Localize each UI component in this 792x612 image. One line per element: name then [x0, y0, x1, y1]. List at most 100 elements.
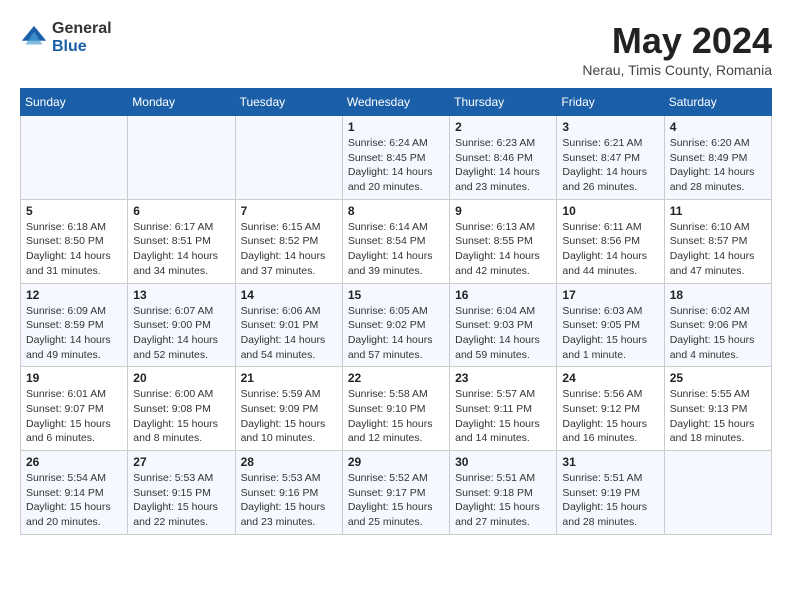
calendar-cell: 13 Sunrise: 6:07 AM Sunset: 9:00 PM Dayli…	[128, 283, 235, 367]
calendar-cell	[235, 116, 342, 200]
cell-content: Sunrise: 5:51 AM Sunset: 9:19 PM Dayligh…	[562, 471, 658, 530]
day-number: 13	[133, 288, 229, 302]
cell-content: Sunrise: 6:03 AM Sunset: 9:05 PM Dayligh…	[562, 304, 658, 363]
calendar-cell: 18 Sunrise: 6:02 AM Sunset: 9:06 PM Dayli…	[664, 283, 771, 367]
cell-content: Sunrise: 6:05 AM Sunset: 9:02 PM Dayligh…	[348, 304, 444, 363]
calendar-cell: 27 Sunrise: 5:53 AM Sunset: 9:15 PM Dayli…	[128, 451, 235, 535]
day-number: 21	[241, 371, 337, 385]
title-area: May 2024 Nerau, Timis County, Romania	[582, 20, 772, 78]
cell-content: Sunrise: 6:24 AM Sunset: 8:45 PM Dayligh…	[348, 136, 444, 195]
cell-content: Sunrise: 6:11 AM Sunset: 8:56 PM Dayligh…	[562, 220, 658, 279]
day-header-saturday: Saturday	[664, 89, 771, 116]
calendar-cell: 16 Sunrise: 6:04 AM Sunset: 9:03 PM Dayli…	[450, 283, 557, 367]
cell-content: Sunrise: 6:06 AM Sunset: 9:01 PM Dayligh…	[241, 304, 337, 363]
cell-content: Sunrise: 5:59 AM Sunset: 9:09 PM Dayligh…	[241, 387, 337, 446]
calendar-cell: 31Sunrise: 5:51 AM Sunset: 9:19 PM Dayli…	[557, 451, 664, 535]
cell-content: Sunrise: 6:18 AM Sunset: 8:50 PM Dayligh…	[26, 220, 122, 279]
cell-content: Sunrise: 5:58 AM Sunset: 9:10 PM Dayligh…	[348, 387, 444, 446]
cell-content: Sunrise: 6:04 AM Sunset: 9:03 PM Dayligh…	[455, 304, 551, 363]
day-number: 14	[241, 288, 337, 302]
day-number: 2	[455, 120, 551, 134]
cell-content: Sunrise: 6:01 AM Sunset: 9:07 PM Dayligh…	[26, 387, 122, 446]
logo-blue-text: Blue	[52, 38, 112, 56]
logo-text: General Blue	[52, 20, 112, 55]
week-row-2: 5 Sunrise: 6:18 AM Sunset: 8:50 PM Daylig…	[21, 199, 772, 283]
calendar-cell: 11Sunrise: 6:10 AM Sunset: 8:57 PM Dayli…	[664, 199, 771, 283]
calendar-cell: 7 Sunrise: 6:15 AM Sunset: 8:52 PM Daylig…	[235, 199, 342, 283]
calendar-cell: 1 Sunrise: 6:24 AM Sunset: 8:45 PM Daylig…	[342, 116, 449, 200]
cell-content: Sunrise: 6:14 AM Sunset: 8:54 PM Dayligh…	[348, 220, 444, 279]
cell-content: Sunrise: 6:13 AM Sunset: 8:55 PM Dayligh…	[455, 220, 551, 279]
calendar-cell: 22 Sunrise: 5:58 AM Sunset: 9:10 PM Dayli…	[342, 367, 449, 451]
calendar-cell: 26 Sunrise: 5:54 AM Sunset: 9:14 PM Dayli…	[21, 451, 128, 535]
calendar-cell: 25Sunrise: 5:55 AM Sunset: 9:13 PM Dayli…	[664, 367, 771, 451]
day-number: 15	[348, 288, 444, 302]
calendar-cell: 30Sunrise: 5:51 AM Sunset: 9:18 PM Dayli…	[450, 451, 557, 535]
calendar-header: SundayMondayTuesdayWednesdayThursdayFrid…	[21, 89, 772, 116]
calendar-cell: 10 Sunrise: 6:11 AM Sunset: 8:56 PM Dayli…	[557, 199, 664, 283]
month-title: May 2024	[582, 20, 772, 62]
logo-icon	[20, 24, 48, 52]
cell-content: Sunrise: 6:09 AM Sunset: 8:59 PM Dayligh…	[26, 304, 122, 363]
day-number: 28	[241, 455, 337, 469]
logo-general-text: General	[52, 20, 112, 38]
day-number: 29	[348, 455, 444, 469]
calendar-cell: 5 Sunrise: 6:18 AM Sunset: 8:50 PM Daylig…	[21, 199, 128, 283]
day-number: 18	[670, 288, 766, 302]
calendar-cell: 15 Sunrise: 6:05 AM Sunset: 9:02 PM Dayli…	[342, 283, 449, 367]
calendar-cell: 12 Sunrise: 6:09 AM Sunset: 8:59 PM Dayli…	[21, 283, 128, 367]
day-number: 11	[670, 204, 766, 218]
calendar-cell: 3 Sunrise: 6:21 AM Sunset: 8:47 PM Daylig…	[557, 116, 664, 200]
calendar-cell	[21, 116, 128, 200]
day-number: 1	[348, 120, 444, 134]
day-number: 3	[562, 120, 658, 134]
calendar-cell: 2 Sunrise: 6:23 AM Sunset: 8:46 PM Daylig…	[450, 116, 557, 200]
day-header-monday: Monday	[128, 89, 235, 116]
calendar-cell	[664, 451, 771, 535]
calendar-cell: 17 Sunrise: 6:03 AM Sunset: 9:05 PM Dayli…	[557, 283, 664, 367]
day-number: 26	[26, 455, 122, 469]
calendar-cell: 9 Sunrise: 6:13 AM Sunset: 8:55 PM Daylig…	[450, 199, 557, 283]
day-number: 24	[562, 371, 658, 385]
cell-content: Sunrise: 5:56 AM Sunset: 9:12 PM Dayligh…	[562, 387, 658, 446]
cell-content: Sunrise: 6:15 AM Sunset: 8:52 PM Dayligh…	[241, 220, 337, 279]
day-number: 6	[133, 204, 229, 218]
day-number: 27	[133, 455, 229, 469]
day-number: 12	[26, 288, 122, 302]
calendar-cell: 20Sunrise: 6:00 AM Sunset: 9:08 PM Dayli…	[128, 367, 235, 451]
day-header-wednesday: Wednesday	[342, 89, 449, 116]
day-number: 20	[133, 371, 229, 385]
cell-content: Sunrise: 5:51 AM Sunset: 9:18 PM Dayligh…	[455, 471, 551, 530]
day-number: 5	[26, 204, 122, 218]
day-number: 7	[241, 204, 337, 218]
cell-content: Sunrise: 6:02 AM Sunset: 9:06 PM Dayligh…	[670, 304, 766, 363]
cell-content: Sunrise: 6:21 AM Sunset: 8:47 PM Dayligh…	[562, 136, 658, 195]
day-number: 4	[670, 120, 766, 134]
calendar-cell: 6Sunrise: 6:17 AM Sunset: 8:51 PM Daylig…	[128, 199, 235, 283]
week-row-3: 12 Sunrise: 6:09 AM Sunset: 8:59 PM Dayli…	[21, 283, 772, 367]
cell-content: Sunrise: 6:23 AM Sunset: 8:46 PM Dayligh…	[455, 136, 551, 195]
cell-content: Sunrise: 5:53 AM Sunset: 9:15 PM Dayligh…	[133, 471, 229, 530]
cell-content: Sunrise: 6:20 AM Sunset: 8:49 PM Dayligh…	[670, 136, 766, 195]
day-number: 10	[562, 204, 658, 218]
cell-content: Sunrise: 5:54 AM Sunset: 9:14 PM Dayligh…	[26, 471, 122, 530]
day-number: 17	[562, 288, 658, 302]
week-row-4: 19 Sunrise: 6:01 AM Sunset: 9:07 PM Dayli…	[21, 367, 772, 451]
calendar-cell: 21 Sunrise: 5:59 AM Sunset: 9:09 PM Dayli…	[235, 367, 342, 451]
day-number: 16	[455, 288, 551, 302]
day-number: 9	[455, 204, 551, 218]
cell-content: Sunrise: 5:53 AM Sunset: 9:16 PM Dayligh…	[241, 471, 337, 530]
day-number: 22	[348, 371, 444, 385]
day-number: 25	[670, 371, 766, 385]
day-header-thursday: Thursday	[450, 89, 557, 116]
calendar-body: 1 Sunrise: 6:24 AM Sunset: 8:45 PM Daylig…	[21, 116, 772, 535]
page-header: General Blue May 2024 Nerau, Timis Count…	[20, 20, 772, 78]
calendar-cell: 28 Sunrise: 5:53 AM Sunset: 9:16 PM Dayli…	[235, 451, 342, 535]
calendar-cell	[128, 116, 235, 200]
cell-content: Sunrise: 6:07 AM Sunset: 9:00 PM Dayligh…	[133, 304, 229, 363]
week-row-1: 1 Sunrise: 6:24 AM Sunset: 8:45 PM Daylig…	[21, 116, 772, 200]
days-of-week-row: SundayMondayTuesdayWednesdayThursdayFrid…	[21, 89, 772, 116]
location-text: Nerau, Timis County, Romania	[582, 62, 772, 78]
calendar-table: SundayMondayTuesdayWednesdayThursdayFrid…	[20, 88, 772, 535]
day-number: 19	[26, 371, 122, 385]
